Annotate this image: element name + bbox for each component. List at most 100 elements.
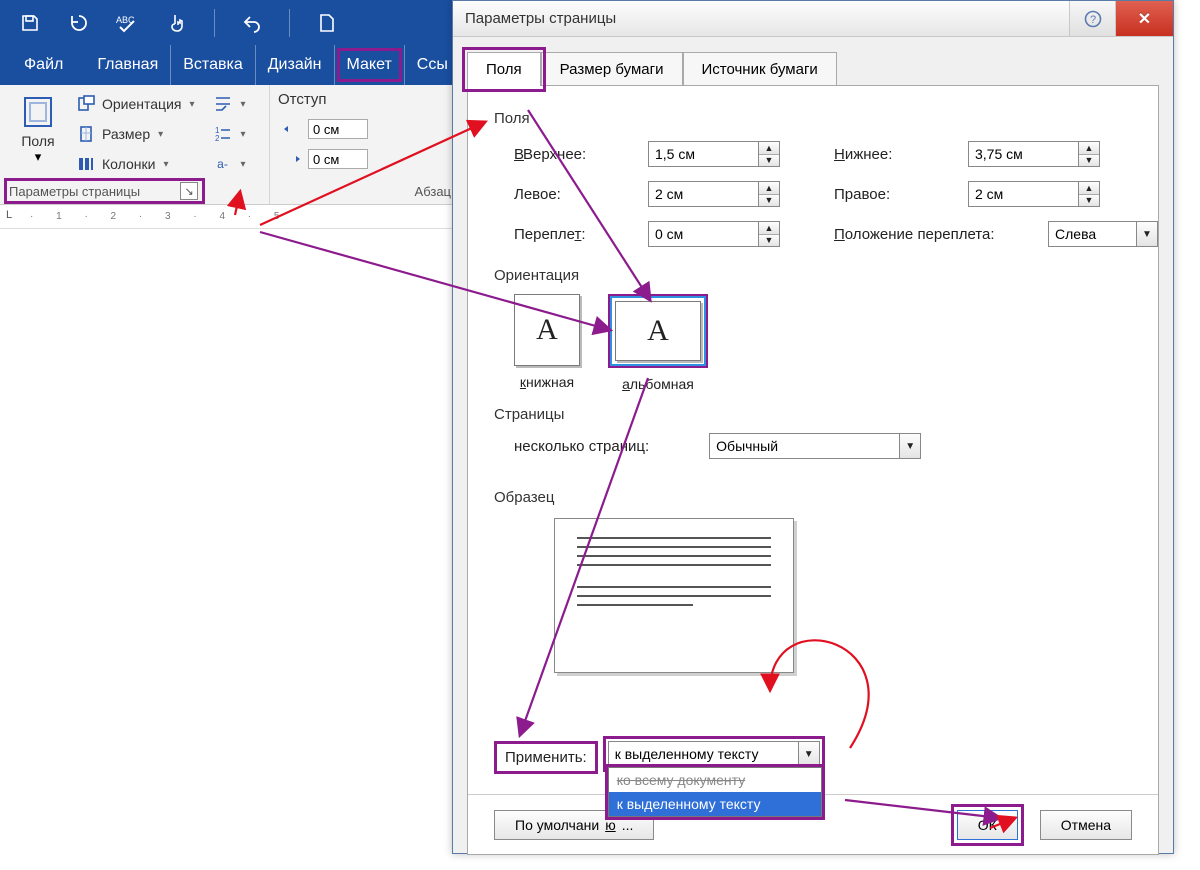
breaks-icon xyxy=(213,94,233,114)
dialog-title: Параметры страницы xyxy=(465,10,616,27)
combo-multipages[interactable]: ▼ xyxy=(709,433,921,459)
touch-mode-icon[interactable] xyxy=(165,11,189,35)
input-gutter-position[interactable] xyxy=(1048,221,1136,247)
chevron-down-icon: ▾ xyxy=(158,129,163,140)
new-doc-icon[interactable] xyxy=(315,11,339,35)
indent-right-input[interactable] xyxy=(308,149,368,169)
dialog-tab-fields[interactable]: Поля xyxy=(467,52,541,86)
repeat-icon[interactable] xyxy=(67,11,91,35)
chevron-down-icon: ▾ xyxy=(241,159,246,170)
close-icon: ✕ xyxy=(1138,9,1151,29)
columns-label: Колонки xyxy=(102,156,155,172)
paragraph-group-label: Абзац xyxy=(415,184,451,199)
spinner-buttons[interactable]: ▲▼ xyxy=(1078,181,1100,207)
cancel-button[interactable]: Отмена xyxy=(1040,810,1132,840)
dialog-titlebar[interactable]: Параметры страницы ? ✕ xyxy=(453,1,1173,37)
indent-right-icon xyxy=(282,149,302,169)
indent-left-input[interactable] xyxy=(308,119,368,139)
dialog-tab-fields-label: Поля xyxy=(486,61,522,78)
indent-left-row xyxy=(278,116,372,142)
tab-design[interactable]: Дизайн xyxy=(256,45,335,85)
ruler[interactable]: L · 1 · 2 · 3 · 4 · 5 xyxy=(0,205,460,229)
svg-text:?: ? xyxy=(1090,14,1096,26)
size-label: Размер xyxy=(102,126,150,142)
ribbon: Поля ▾ Ориентация▾ Размер▾ Колонки▾ ▾ 12… xyxy=(0,85,460,205)
chevron-down-icon[interactable]: ▼ xyxy=(1136,221,1158,247)
indent-right-row xyxy=(278,146,372,172)
chevron-down-icon: ▾ xyxy=(241,129,246,140)
input-gutter[interactable] xyxy=(648,221,758,247)
indent-title: Отступ xyxy=(278,91,372,108)
quick-access-toolbar: ABC xyxy=(0,0,460,45)
indent-left-icon xyxy=(282,119,302,139)
apply-dropdown[interactable]: ко всему документу к выделенному тексту xyxy=(608,767,822,817)
section-fields-title: Поля xyxy=(494,110,1132,127)
spellcheck-icon[interactable]: ABC xyxy=(116,11,140,35)
orientation-label: Ориентация xyxy=(102,96,181,112)
dialog-tabs: Поля Размер бумаги Источник бумаги xyxy=(453,37,1173,85)
orientation-button[interactable]: Ориентация▾ xyxy=(72,91,199,117)
spinner-left[interactable]: ▲▼ xyxy=(648,181,780,207)
size-button[interactable]: Размер ▾ xyxy=(72,121,199,147)
margins-button[interactable]: Поля ▾ xyxy=(8,91,68,177)
label-multipages: несколько страниц: xyxy=(514,438,649,455)
ribbon-tabs: Файл Главная Вставка Дизайн Макет Ссы xyxy=(0,45,460,85)
spinner-buttons[interactable]: ▲▼ xyxy=(758,221,780,247)
input-top[interactable] xyxy=(648,141,758,167)
orientation-landscape[interactable]: A альбомная xyxy=(608,294,708,392)
ruler-origin-icon: L xyxy=(6,209,22,221)
ruler-marks: · 1 · 2 · 3 · 4 · 5 xyxy=(30,211,289,222)
combo-gutter-position[interactable]: ▼ xyxy=(1048,221,1158,247)
label-left: Левое: xyxy=(514,186,634,203)
breaks-button[interactable]: ▾ xyxy=(209,91,250,117)
spinner-buttons[interactable]: ▲▼ xyxy=(758,141,780,167)
separator xyxy=(214,9,215,37)
tab-layout[interactable]: Макет xyxy=(335,45,405,85)
label-gutter-position: Положение переплета: xyxy=(834,226,1034,243)
line-numbers-button[interactable]: 12 ▾ xyxy=(209,121,250,147)
tab-home[interactable]: Главная xyxy=(85,45,171,85)
input-bottom[interactable] xyxy=(968,141,1078,167)
line-numbers-icon: 12 xyxy=(213,124,233,144)
dialog-tab-source[interactable]: Источник бумаги xyxy=(683,52,837,86)
page-size-icon xyxy=(76,124,96,144)
input-left[interactable] xyxy=(648,181,758,207)
input-apply[interactable] xyxy=(608,741,798,767)
spinner-buttons[interactable]: ▲▼ xyxy=(1078,141,1100,167)
dialog-body: Поля ВВерхнее: ▲▼ Нижнее: ▲▼ Левое: ▲▼ П… xyxy=(467,85,1159,855)
spinner-top[interactable]: ▲▼ xyxy=(648,141,780,167)
input-multipages[interactable] xyxy=(709,433,899,459)
svg-text:2: 2 xyxy=(215,134,220,143)
page-setup-group-label: Параметры страницы xyxy=(9,184,180,199)
input-right[interactable] xyxy=(968,181,1078,207)
landscape-label: альбомная xyxy=(622,376,694,392)
section-orientation-title: Ориентация xyxy=(494,267,1132,284)
section-pages-title: Страницы xyxy=(494,406,1132,423)
columns-icon xyxy=(76,154,96,174)
ok-button[interactable]: ОК xyxy=(957,810,1018,840)
spinner-buttons[interactable]: ▲▼ xyxy=(758,181,780,207)
apply-option-selection[interactable]: к выделенному тексту xyxy=(609,792,821,816)
hyphenation-button[interactable]: a-▾ xyxy=(209,151,250,177)
undo-icon[interactable] xyxy=(240,11,264,35)
apply-row: Применить: ▼ ко всему документу к выделе… xyxy=(494,741,820,774)
tab-insert[interactable]: Вставка xyxy=(171,45,255,85)
apply-option-document[interactable]: ко всему документу xyxy=(609,768,821,792)
help-button[interactable]: ? xyxy=(1069,1,1115,36)
label-top: ВВерхнее: xyxy=(514,146,634,163)
columns-button[interactable]: Колонки▾ xyxy=(72,151,199,177)
page-setup-launcher-icon[interactable]: ↘ xyxy=(180,182,198,200)
spinner-bottom[interactable]: ▲▼ xyxy=(968,141,1100,167)
dialog-tab-paper[interactable]: Размер бумаги xyxy=(541,52,683,86)
orientation-portrait[interactable]: A книжная xyxy=(514,294,580,392)
chevron-down-icon[interactable]: ▼ xyxy=(899,433,921,459)
close-button[interactable]: ✕ xyxy=(1115,1,1173,36)
spinner-gutter[interactable]: ▲▼ xyxy=(648,221,780,247)
spinner-right[interactable]: ▲▼ xyxy=(968,181,1100,207)
tab-file[interactable]: Файл xyxy=(12,45,85,85)
orientation-icon xyxy=(76,94,96,114)
tab-layout-label: Макет xyxy=(347,56,392,74)
chevron-down-icon[interactable]: ▼ xyxy=(798,741,820,767)
save-icon[interactable] xyxy=(18,11,42,35)
combo-apply[interactable]: ▼ ко всему документу к выделенному текст… xyxy=(608,741,820,767)
